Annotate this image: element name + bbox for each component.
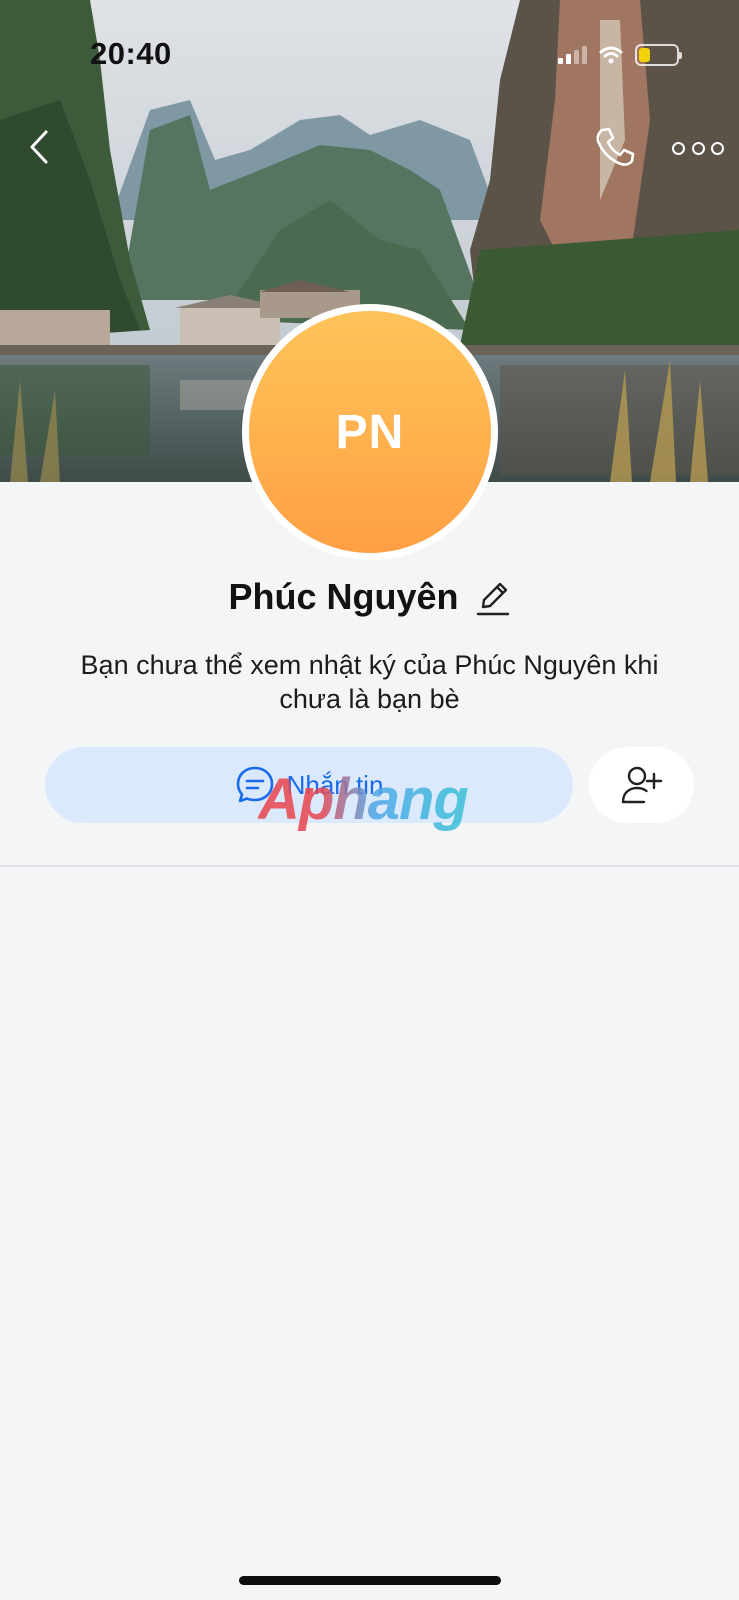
call-button[interactable]	[592, 124, 638, 170]
home-indicator[interactable]	[239, 1576, 501, 1585]
avatar-initials: PN	[335, 405, 405, 459]
phone-icon	[596, 127, 635, 166]
privacy-notice: Bạn chưa thể xem nhật ký của Phúc Nguyên…	[80, 650, 659, 714]
more-dots-icon	[672, 141, 685, 155]
message-button-label: Nhắn tin	[286, 769, 384, 800]
add-user-icon	[621, 766, 662, 804]
profile-name: Phúc Nguyên	[228, 576, 459, 617]
message-button[interactable]: Nhắn tin	[45, 747, 573, 823]
edit-name-button[interactable]	[475, 577, 511, 617]
battery-icon	[635, 44, 682, 66]
chevron-left-icon	[30, 130, 48, 164]
status-indicators	[558, 44, 682, 66]
battery-level	[639, 48, 650, 62]
avatar[interactable]: PN	[242, 304, 498, 560]
chat-bubble-icon	[236, 766, 273, 803]
wifi-icon	[599, 46, 623, 64]
back-button[interactable]	[22, 124, 56, 170]
section-divider	[0, 865, 739, 867]
status-time: 20:40	[90, 36, 172, 71]
more-options-button[interactable]	[672, 128, 724, 168]
cellular-signal-icon	[558, 46, 587, 64]
add-friend-button[interactable]	[589, 747, 694, 823]
profile-name-row: Phúc Nguyên	[0, 576, 739, 618]
